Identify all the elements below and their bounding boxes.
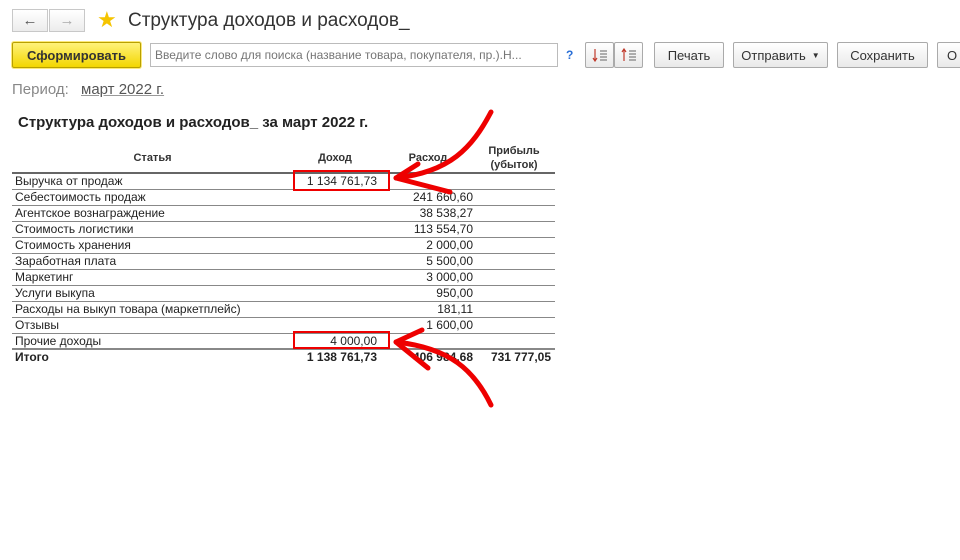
row-item-name: Агентское вознаграждение <box>15 206 165 220</box>
table-row: Себестоимость продаж 241 660,60 <box>12 189 555 206</box>
back-button[interactable]: ← <box>12 9 48 32</box>
row-expense: 181,11 <box>437 302 473 316</box>
generate-button[interactable]: Сформировать <box>12 42 141 68</box>
row-item-name: Стоимость логистики <box>15 222 134 236</box>
table-row: Расходы на выкуп товара (маркетплейс) 181… <box>12 301 555 318</box>
row-expense: 241 660,60 <box>412 190 473 204</box>
column-header-item: Статья <box>133 152 172 164</box>
column-header-profit-line2: (убыток) <box>490 159 538 171</box>
sort-ascending-button[interactable] <box>614 42 643 68</box>
table-row: Отзывы 1 600,00 <box>12 317 555 334</box>
table-row: Стоимость хранения 2 000,00 <box>12 237 555 254</box>
print-button[interactable]: Печать <box>654 42 724 68</box>
row-expense: 3 000,00 <box>426 270 473 284</box>
search-input[interactable] <box>150 43 558 67</box>
sort-descending-button[interactable] <box>585 42 614 68</box>
star-icon[interactable]: ★ <box>97 9 117 31</box>
column-header-income: Доход <box>318 152 352 164</box>
row-item-name: Стоимость хранения <box>15 238 131 252</box>
table-row: Заработная плата 5 500,00 <box>12 253 555 270</box>
window-title: Структура доходов и расходов_ <box>128 10 410 31</box>
table-row: Агентское вознаграждение 38 538,27 <box>12 205 555 222</box>
table-row: Услуги выкупа 950,00 <box>12 285 555 302</box>
send-button[interactable]: Отправить ▼ <box>733 42 828 68</box>
report-title: Структура доходов и расходов_ за март 20… <box>18 114 369 131</box>
row-item-name: Отзывы <box>15 318 59 332</box>
total-expense: 406 984,68 <box>412 350 473 364</box>
total-income: 1 138 761,73 <box>306 350 377 364</box>
row-expense: 113 554,70 <box>413 222 473 236</box>
row-item-name: Услуги выкупа <box>15 286 95 300</box>
row-item-name: Выручка от продаж <box>15 174 123 188</box>
forward-button[interactable]: → <box>49 9 85 32</box>
row-expense: 1 600,00 <box>426 318 473 332</box>
table-row: Выручка от продаж 1 134 761,73 <box>12 173 555 190</box>
sort-descending-icon <box>592 49 607 62</box>
caret-down-icon: ▼ <box>811 50 820 60</box>
arrow-right-icon: → <box>59 12 75 29</box>
arrow-left-icon: ← <box>22 12 38 29</box>
period-label: Период: <box>12 81 69 98</box>
total-label: Итого <box>15 350 49 364</box>
arrow-to-revenue <box>393 109 494 181</box>
highlight-box-other-income <box>293 331 390 349</box>
row-item-name: Заработная плата <box>15 254 117 268</box>
column-header-expense: Расход <box>408 152 448 164</box>
table-row: Стоимость логистики 113 554,70 <box>12 221 555 238</box>
period-link[interactable]: март 2022 г. <box>81 81 164 98</box>
total-row: Итого 1 138 761,73 406 984,68 731 777,05 <box>12 349 555 365</box>
row-expense: 38 538,27 <box>419 206 473 220</box>
row-item-name: Расходы на выкуп товара (маркетплейс) <box>15 302 241 316</box>
save-button[interactable]: Сохранить <box>837 42 928 68</box>
row-item-name: Себестоимость продаж <box>15 190 146 204</box>
help-icon[interactable]: ? <box>566 48 573 62</box>
row-expense: 2 000,00 <box>426 238 473 252</box>
column-header-profit-line1: Прибыль <box>488 145 540 157</box>
total-profit: 731 777,05 <box>490 350 551 364</box>
row-expense: 5 500,00 <box>426 254 473 268</box>
send-label: Отправить <box>741 47 806 63</box>
column-header-profit: Прибыль (убыток) <box>478 144 550 172</box>
more-button[interactable]: О <box>937 42 960 68</box>
table-row: Маркетинг 3 000,00 <box>12 269 555 286</box>
row-item-name: Маркетинг <box>15 270 74 284</box>
sort-ascending-icon <box>621 48 636 61</box>
highlight-box-revenue <box>293 170 390 191</box>
row-expense: 950,00 <box>436 286 473 300</box>
row-item-name: Прочие доходы <box>15 334 102 348</box>
